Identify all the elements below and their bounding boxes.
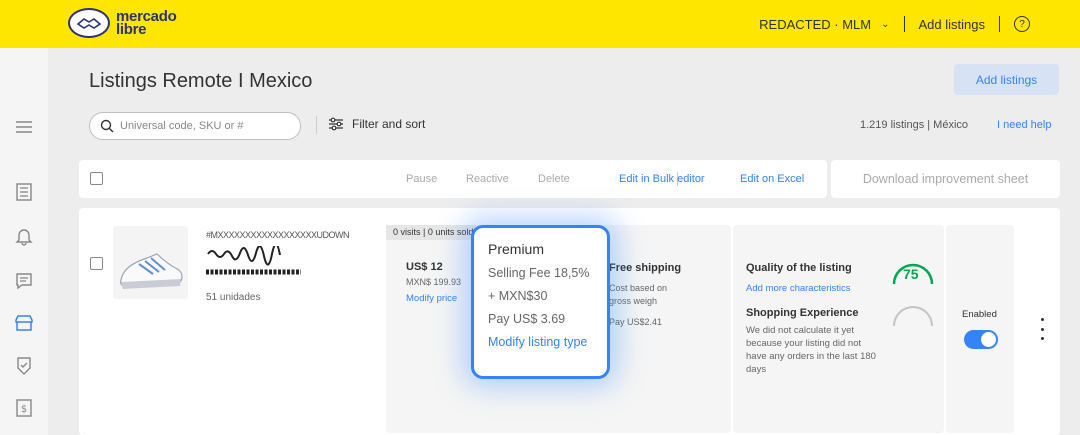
- price-mxn: MXN$ 199.93: [406, 277, 462, 287]
- modify-price-link[interactable]: Modify price: [406, 293, 457, 304]
- shipping-pay: Pay US$2.41: [609, 317, 663, 327]
- popup-fee: Selling Fee 18,5%: [488, 266, 590, 280]
- pause-button[interactable]: Pause: [406, 173, 437, 185]
- receipt-icon[interactable]: $: [13, 397, 35, 419]
- experience-text: We did not calculate it yet because your…: [746, 325, 876, 375]
- mercado-libre-logo[interactable]: mercado libre: [68, 8, 177, 38]
- status-label: Enabled: [962, 309, 997, 320]
- user-menu[interactable]: REDACTED · MLM: [759, 17, 881, 32]
- popup-fixed-fee: + MXN$30: [488, 289, 548, 303]
- reactive-button[interactable]: Reactive: [466, 173, 509, 185]
- price-value: US$ 12: [406, 261, 443, 273]
- top-add-listings-link[interactable]: Add listings: [919, 17, 985, 32]
- download-improvement-sheet-button[interactable]: Download improvement sheet: [831, 160, 1060, 198]
- search-icon: [100, 119, 114, 133]
- listing-title[interactable]: #MXXXXXXXXXXXXXXXXXXUDOWN: [206, 230, 350, 240]
- add-characteristics-link[interactable]: Add more characteristics: [746, 283, 851, 294]
- sliders-icon: [329, 117, 343, 131]
- sneaker-image: [120, 253, 183, 289]
- shipping-title: Free shipping: [609, 262, 682, 274]
- enabled-toggle[interactable]: [964, 330, 998, 349]
- edit-excel-button[interactable]: Edit on Excel: [740, 173, 804, 185]
- visits-counter: 0 visits | 0 units sold: [386, 225, 476, 240]
- bell-icon[interactable]: [13, 225, 35, 247]
- logo-text: mercado libre: [116, 8, 177, 38]
- divider: [999, 16, 1000, 32]
- bulk-actions-bar: Pause Reactive Delete Edit in Bulk edito…: [79, 160, 827, 198]
- experience-gauge-icon: [893, 306, 933, 327]
- divider: [316, 116, 317, 134]
- toggle-knob: [981, 332, 996, 347]
- listing-type-popup: Premium Selling Fee 18,5% + MXN$30 Pay U…: [471, 225, 610, 379]
- product-thumbnail[interactable]: [113, 226, 188, 299]
- search-input[interactable]: [120, 120, 280, 132]
- search-box[interactable]: [89, 112, 301, 140]
- badge-icon[interactable]: [13, 355, 35, 377]
- page-title: Listings Remote I Mexico: [89, 70, 313, 92]
- store-icon[interactable]: [13, 312, 35, 334]
- quality-title: Quality of the listing: [746, 262, 852, 274]
- status-panel: [946, 225, 1014, 433]
- modify-listing-type-link[interactable]: Modify listing type: [488, 335, 607, 349]
- sidebar: $: [0, 48, 48, 435]
- top-bar: mercado libre REDACTED · MLM ⌄ Add listin…: [0, 0, 1080, 48]
- listing-checkbox[interactable]: [90, 257, 103, 270]
- popup-title: Premium: [488, 241, 545, 257]
- bulk-editor-button[interactable]: Edit in Bulk editor: [619, 173, 705, 185]
- obscured-title-scribble: [206, 246, 301, 275]
- filter-sort-label: Filter and sort: [352, 117, 426, 131]
- select-all-checkbox[interactable]: [90, 172, 103, 185]
- popup-pay: Pay US$ 3.69: [488, 312, 566, 326]
- help-link[interactable]: I need help: [997, 119, 1051, 131]
- chevron-down-icon[interactable]: ⌄: [881, 19, 889, 30]
- more-options-icon[interactable]: [1034, 318, 1050, 340]
- chat-icon[interactable]: [13, 270, 35, 292]
- delete-button[interactable]: Delete: [538, 173, 570, 185]
- handshake-icon: [68, 8, 110, 38]
- filter-sort-button[interactable]: Filter and sort: [328, 117, 425, 131]
- menu-icon[interactable]: [13, 116, 35, 138]
- experience-title: Shopping Experience: [746, 307, 859, 319]
- help-icon[interactable]: ?: [1014, 16, 1030, 32]
- add-listings-button[interactable]: Add listings: [954, 64, 1059, 95]
- divider: [903, 16, 905, 32]
- svg-text:$: $: [21, 404, 27, 415]
- units-available: 51 unidades: [206, 292, 261, 303]
- listings-count: 1.219 listings | México: [860, 119, 969, 131]
- list-icon[interactable]: [13, 181, 35, 203]
- quality-score: 75: [903, 266, 919, 282]
- shipping-cost-note: Cost based on gross weigh: [609, 283, 668, 306]
